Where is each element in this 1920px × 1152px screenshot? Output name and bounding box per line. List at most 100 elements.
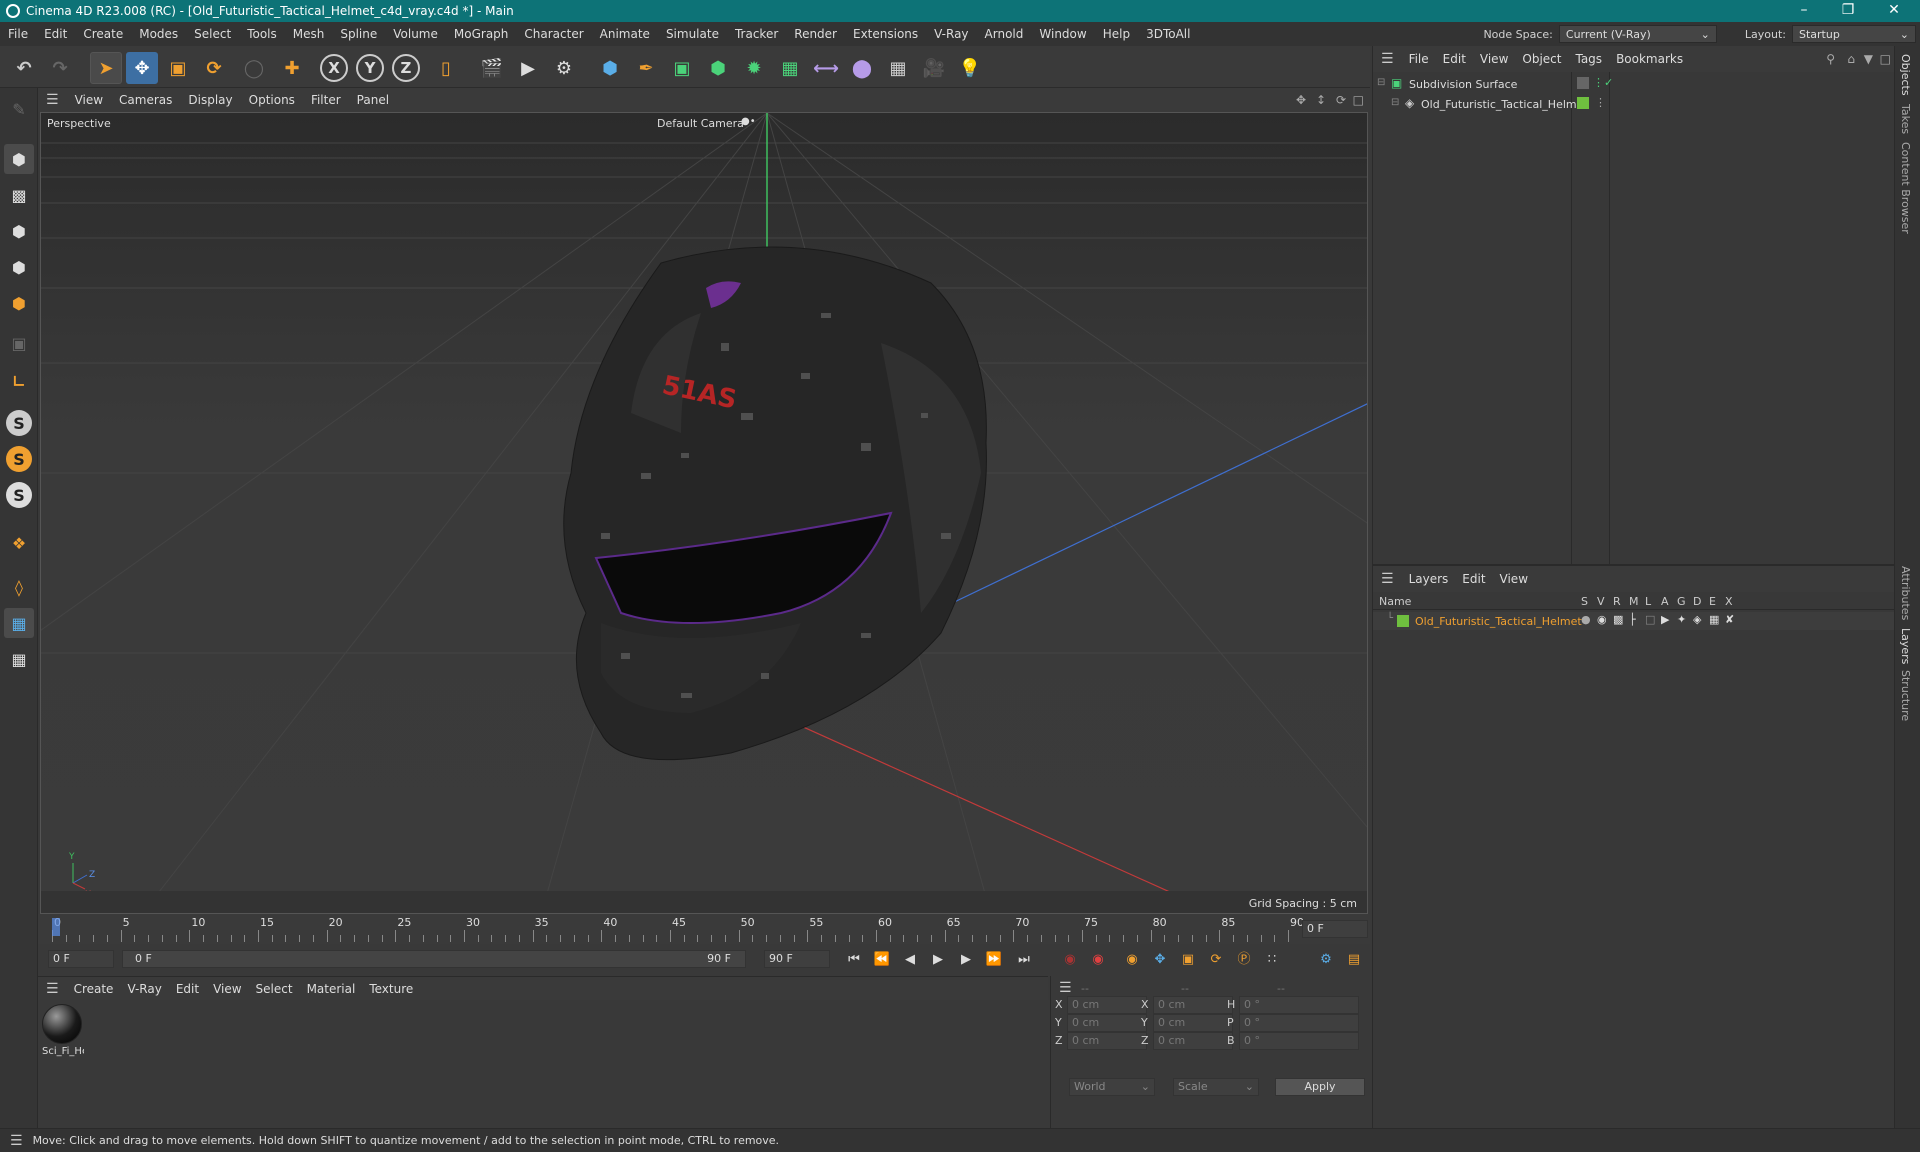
workplane-snap-icon[interactable]: S <box>6 482 32 508</box>
visibility-dots-icon[interactable]: ⋮ <box>1595 96 1606 109</box>
field-icon[interactable]: ⬤ <box>846 52 878 84</box>
viewport-menu-cameras[interactable]: Cameras <box>111 93 180 107</box>
expand-icon[interactable]: ⊟ <box>1391 97 1399 108</box>
material-menu-vray[interactable]: V-Ray <box>120 982 168 996</box>
timeline-window-icon[interactable]: ▤ <box>1344 950 1364 970</box>
material-menu-material[interactable]: Material <box>300 982 363 996</box>
undo-icon[interactable]: ↶ <box>8 52 40 84</box>
key-rotation-icon[interactable]: ⟳ <box>1206 950 1226 970</box>
motion-system-icon[interactable]: ⚙ <box>1316 950 1336 970</box>
rotate-tool-icon[interactable]: ⟳ <box>198 52 230 84</box>
size-mode-dropdown[interactable]: Scale ⌄ <box>1173 1078 1259 1096</box>
select-tool-icon[interactable]: ➤ <box>90 52 122 84</box>
layer-menu-edit[interactable]: Edit <box>1455 572 1492 586</box>
go-to-start-icon[interactable]: ⏮ <box>844 950 864 970</box>
coord-value-field[interactable]: 0 cm <box>1067 1014 1147 1032</box>
spline-pen-icon[interactable]: ✒ <box>630 52 662 84</box>
camera-toggle-icon[interactable]: ●• <box>741 116 756 127</box>
move-tool-icon[interactable]: ✥ <box>126 52 158 84</box>
layer-col-header[interactable]: D <box>1693 595 1701 608</box>
polygons-mode-icon[interactable]: ⬢ <box>4 288 34 318</box>
coord-value-field[interactable]: 0 cm <box>1067 1032 1147 1050</box>
tab-layers[interactable]: Layers <box>1899 628 1912 664</box>
object-menu-file[interactable]: File <box>1402 52 1436 66</box>
texture-mode-icon[interactable]: ▩ <box>4 180 34 210</box>
layer-swatch[interactable] <box>1577 97 1589 109</box>
viewport-menu-filter[interactable]: Filter <box>303 93 349 107</box>
coord-value-field[interactable]: 0 cm <box>1067 996 1147 1014</box>
solo-icon[interactable]: ● <box>1581 613 1591 626</box>
points-mode-icon[interactable]: ⬢ <box>4 216 34 246</box>
camera-label[interactable]: Default Camera <box>657 117 744 130</box>
menu-edit[interactable]: Edit <box>36 27 75 41</box>
visible-eye-icon[interactable]: ◉ <box>1597 613 1607 626</box>
workplane-icon[interactable]: ◊ <box>4 572 34 602</box>
menu-vray[interactable]: V-Ray <box>926 27 976 41</box>
menu-extensions[interactable]: Extensions <box>845 27 926 41</box>
start-frame-field[interactable]: 0 F <box>48 950 114 968</box>
next-frame-icon[interactable]: ▶ <box>956 950 976 970</box>
render-icon[interactable]: ▩ <box>1613 613 1623 626</box>
layer-col-header[interactable]: L <box>1645 595 1651 608</box>
cube-primitive-icon[interactable]: ⬢ <box>594 52 626 84</box>
previous-frame-icon[interactable]: ◀ <box>900 950 920 970</box>
home-icon[interactable]: ⌂ <box>1847 52 1855 66</box>
floor-icon[interactable]: ▦ <box>882 52 914 84</box>
menu-tracker[interactable]: Tracker <box>727 27 786 41</box>
menu-character[interactable]: Character <box>516 27 591 41</box>
hamburger-icon[interactable]: ☰ <box>0 1133 33 1149</box>
key-scale-icon[interactable]: ▣ <box>1178 950 1198 970</box>
viewport-menu-view[interactable]: View <box>67 93 111 107</box>
hamburger-icon[interactable]: ☰ <box>1373 571 1402 587</box>
expand-icon[interactable]: ⊟ <box>1377 77 1385 88</box>
mograph-cloner-icon[interactable]: ✹ <box>738 52 770 84</box>
hamburger-icon[interactable]: ☰ <box>1373 51 1402 67</box>
x-axis-icon[interactable]: X <box>320 54 348 82</box>
live-select-icon[interactable]: ◯ <box>238 52 270 84</box>
menu-mesh[interactable]: Mesh <box>285 27 333 41</box>
minimize-icon[interactable]: – <box>1782 0 1826 22</box>
menu-file[interactable]: File <box>0 27 36 41</box>
pan-icon[interactable]: ✥ <box>1296 93 1306 107</box>
xref-icon[interactable]: ✘ <box>1725 613 1734 626</box>
render-region-icon[interactable]: 🎬 <box>476 52 508 84</box>
layer-menu-layers[interactable]: Layers <box>1402 572 1456 586</box>
menu-3dtoall[interactable]: 3DToAll <box>1138 27 1198 41</box>
viewport-menu-options[interactable]: Options <box>241 93 303 107</box>
menu-help[interactable]: Help <box>1095 27 1138 41</box>
menu-spline[interactable]: Spline <box>332 27 385 41</box>
maximize-view-icon[interactable]: □ <box>1353 93 1364 107</box>
light-icon[interactable]: 💡 <box>954 52 986 84</box>
menu-modes[interactable]: Modes <box>131 27 186 41</box>
layer-col-header[interactable]: M <box>1629 595 1639 608</box>
axis-mode-icon[interactable]: ∟ <box>4 366 34 396</box>
tab-content-browser[interactable]: Content Browser <box>1899 142 1912 234</box>
menu-create[interactable]: Create <box>75 27 131 41</box>
timeline-ruler[interactable]: 051015202530354045505560657075808590 0 F <box>38 914 1370 944</box>
layer-col-header[interactable]: R <box>1613 595 1621 608</box>
search-icon[interactable]: ⚲ <box>1826 52 1835 66</box>
add-tool-icon[interactable]: ✚ <box>276 52 308 84</box>
redo-icon[interactable]: ↷ <box>44 52 76 84</box>
new-window-icon[interactable]: □ <box>1880 52 1891 66</box>
material-swatch[interactable]: Sci_Fi_He <box>42 1004 84 1062</box>
menu-arnold[interactable]: Arnold <box>977 27 1032 41</box>
layer-swatch[interactable] <box>1577 77 1589 89</box>
frame-range-slider[interactable]: 0 F 90 F <box>122 950 746 968</box>
material-menu-create[interactable]: Create <box>67 982 121 996</box>
record-icon[interactable]: ◉ <box>1060 950 1080 970</box>
coord-value-field[interactable]: 0 cm <box>1153 1014 1233 1032</box>
viewport-menu-display[interactable]: Display <box>180 93 240 107</box>
hamburger-icon[interactable]: ☰ <box>38 92 67 108</box>
go-to-end-icon[interactable]: ⏭ <box>1014 950 1034 970</box>
key-pla-icon[interactable]: ∷ <box>1262 950 1282 970</box>
layer-col-header[interactable]: V <box>1597 595 1605 608</box>
object-menu-object[interactable]: Object <box>1515 52 1568 66</box>
subdivision-icon[interactable]: ▣ <box>666 52 698 84</box>
expression-icon[interactable]: ▦ <box>1709 613 1719 626</box>
next-key-icon[interactable]: ⏩ <box>984 950 1004 970</box>
key-parameter-icon[interactable]: Ⓟ <box>1234 950 1254 970</box>
hamburger-icon[interactable]: ☰ <box>38 981 67 997</box>
filter-icon[interactable]: ▼ <box>1864 52 1873 66</box>
make-editable-icon[interactable]: ✎ <box>4 94 34 124</box>
